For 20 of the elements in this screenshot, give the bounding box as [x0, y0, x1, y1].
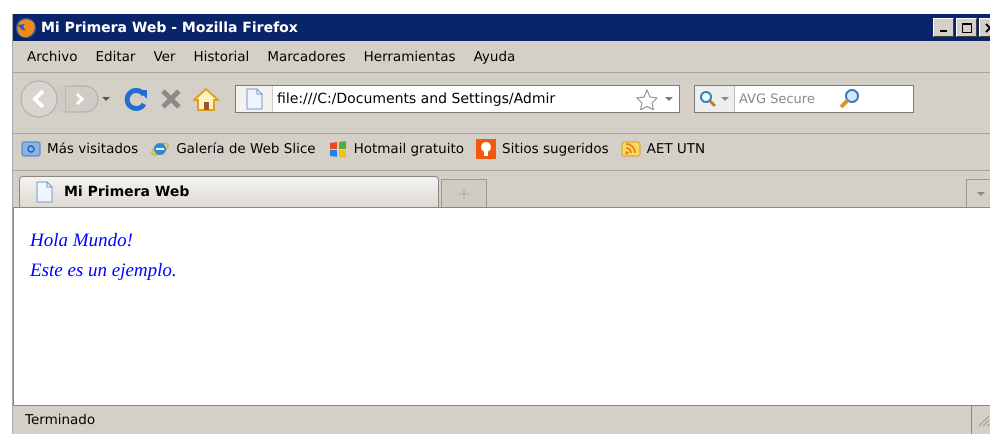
bookmark-link[interactable]: AET UTN — [620, 139, 706, 159]
search-field[interactable]: AVG Secure — [735, 90, 839, 108]
menu-item[interactable]: Archivo — [19, 46, 88, 66]
bookmark-link[interactable]: Sitios sugeridos — [476, 139, 609, 159]
address-bar[interactable]: file:///C:/Documents and Settings/Admir — [235, 85, 680, 113]
bookmark-link[interactable]: Galería de Web Slice — [150, 139, 316, 159]
menu-item[interactable]: Ver — [145, 46, 186, 66]
search-bar[interactable]: AVG Secure — [694, 85, 914, 113]
bookmark-link[interactable]: Más visitados — [21, 139, 138, 159]
menu-item[interactable]: Herramientas — [356, 46, 466, 66]
bookmark-link[interactable]: Hotmail gratuito — [328, 139, 464, 159]
tab[interactable]: Mi Primera Web — [19, 176, 439, 207]
page-text: Hola Mundo! — [30, 229, 134, 253]
menu-item[interactable]: Historial — [185, 46, 260, 66]
menu-item[interactable]: Marcadores — [259, 46, 356, 66]
window-title: Mi Primera Web - Mozilla Firefox — [41, 20, 299, 36]
menu-item[interactable]: Editar — [87, 46, 146, 66]
status-text: Terminado — [13, 406, 972, 434]
page-text: Este es un ejemplo. — [30, 259, 178, 283]
menu-item[interactable]: Ayuda — [466, 46, 526, 66]
